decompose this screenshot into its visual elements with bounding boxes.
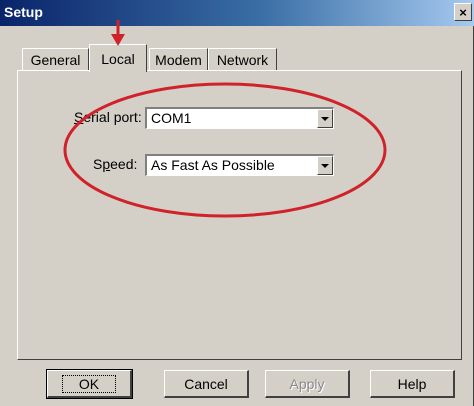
setup-dialog: Setup × General Local Modem Network Seri… — [0, 0, 474, 406]
close-icon: × — [459, 4, 467, 20]
speed-value: As Fast As Possible — [151, 157, 275, 173]
tab-modem[interactable]: Modem — [149, 48, 208, 70]
speed-label-text: eed: — [110, 156, 138, 172]
help-button-label: Help — [397, 375, 427, 392]
speed-label: Speed: — [93, 156, 137, 172]
chevron-down-icon — [321, 163, 329, 168]
tab-label: Local — [101, 50, 135, 67]
tab-network[interactable]: Network — [208, 48, 277, 70]
speed-dropdown-button[interactable] — [317, 156, 333, 175]
help-button[interactable]: Help — [370, 370, 455, 398]
ok-button-label: OK — [61, 374, 117, 393]
speed-access-key: p — [102, 156, 111, 172]
ok-button[interactable]: OK — [46, 369, 133, 399]
title-bar[interactable]: Setup × — [0, 0, 474, 26]
tab-label: Modem — [155, 51, 202, 68]
tab-local[interactable]: Local — [89, 44, 147, 72]
cancel-button[interactable]: Cancel — [164, 370, 249, 398]
serial-port-label-text: erial port: — [83, 109, 142, 125]
serial-port-label: Serial port: — [74, 109, 142, 125]
serial-port-value: COM1 — [151, 110, 192, 126]
tab-label: Network — [216, 51, 269, 68]
chevron-down-icon — [321, 116, 329, 121]
serial-port-select[interactable]: COM1 — [145, 107, 334, 129]
serial-port-access-key: S — [74, 109, 84, 125]
apply-button-label: Apply — [289, 375, 325, 392]
tab-label: General — [30, 51, 81, 68]
serial-port-dropdown-button[interactable] — [317, 109, 333, 128]
speed-select[interactable]: As Fast As Possible — [145, 154, 334, 176]
apply-button[interactable]: Apply — [265, 370, 350, 398]
speed-label-prefix: S — [93, 156, 103, 172]
local-tab-panel: Serial port: COM1 Speed: As Fast As Poss… — [17, 70, 462, 360]
window-title: Setup — [4, 4, 43, 20]
close-button[interactable]: × — [454, 3, 472, 21]
tab-general[interactable]: General — [22, 48, 89, 70]
cancel-button-label: Cancel — [184, 375, 228, 392]
